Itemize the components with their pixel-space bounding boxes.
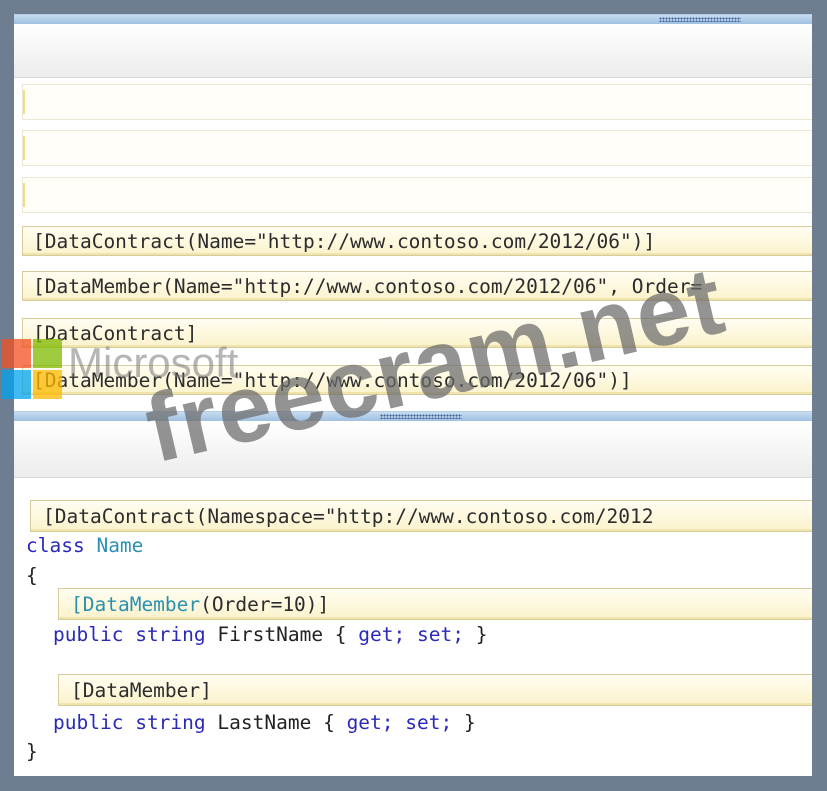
close-brace: } <box>464 711 476 734</box>
empty-option-slot-2[interactable] <box>22 130 812 166</box>
get-keyword: get; <box>358 623 406 646</box>
empty-option-slot-3[interactable] <box>22 177 812 213</box>
answer-area-header <box>14 24 812 78</box>
datamember-attribute-name: [DataMember <box>71 593 201 616</box>
drop-target-firstname-attribute[interactable]: [DataMember(Order=10)] <box>58 588 812 620</box>
set-keyword: set; <box>417 623 464 646</box>
close-brace: } <box>475 623 488 646</box>
public-keyword: public <box>53 711 124 734</box>
string-keyword: string <box>135 711 206 734</box>
open-brace: { <box>26 564 38 587</box>
class-keyword: class <box>26 534 85 557</box>
property-name: LastName { <box>217 711 335 734</box>
microsoft-logo-icon <box>2 339 62 399</box>
drop-target-class-attribute[interactable]: [DataContract(Namespace="http://www.cont… <box>30 500 812 532</box>
empty-option-slot-1[interactable] <box>22 84 812 120</box>
get-keyword: get; <box>346 711 394 734</box>
code-area-header <box>14 421 812 478</box>
firstname-property: public string FirstName { get; set; } <box>53 623 487 646</box>
public-keyword: public <box>53 623 124 646</box>
string-keyword: string <box>135 623 206 646</box>
drop-target-lastname-attribute[interactable]: [DataMember] <box>58 674 812 706</box>
close-brace: } <box>26 740 38 763</box>
splitter-grip-icon[interactable] <box>659 17 741 22</box>
class-name: Name <box>96 534 144 557</box>
class-declaration: class Name <box>26 534 143 557</box>
lastname-property: public string LastName { get; set; } <box>53 711 476 734</box>
datamember-attribute-args: (Order=10)] <box>200 593 330 616</box>
property-name: FirstName { <box>217 623 347 646</box>
set-keyword: set; <box>405 711 453 734</box>
